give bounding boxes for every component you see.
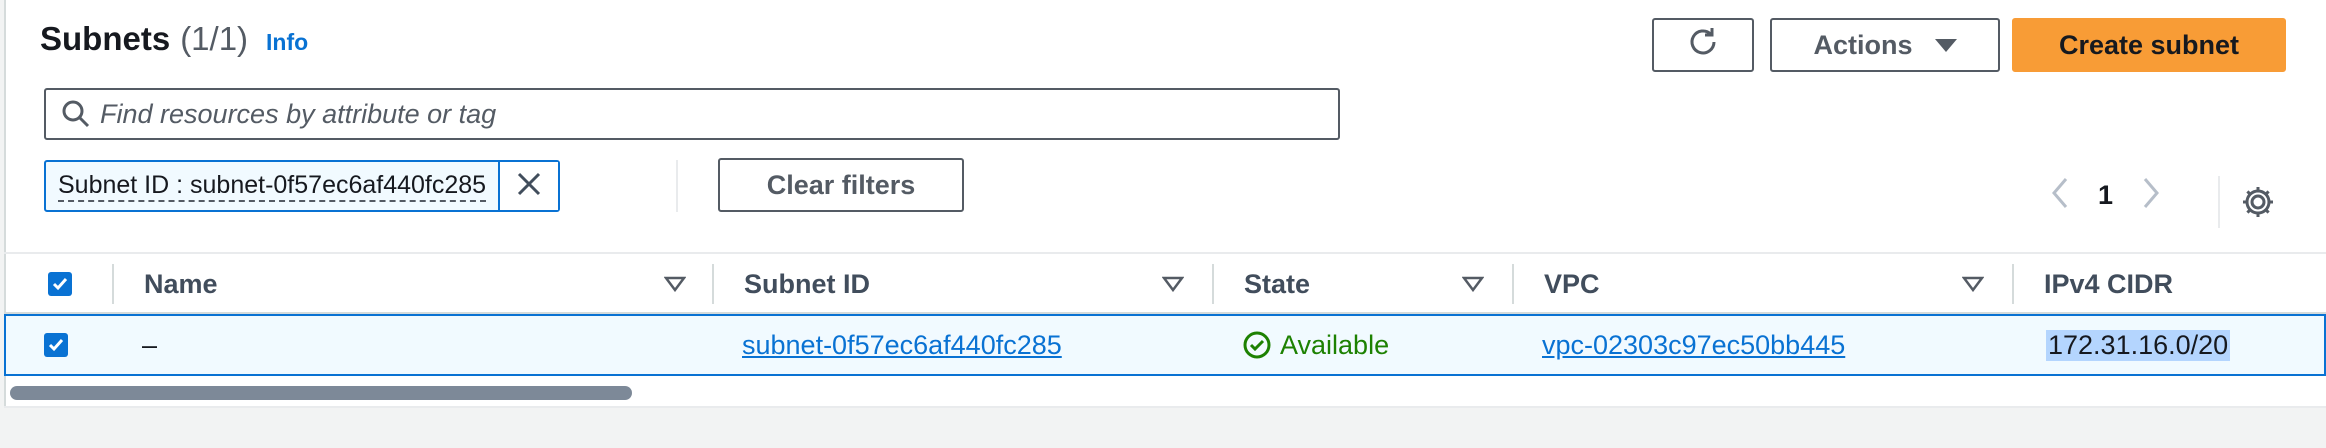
status-text: Available xyxy=(1280,329,1390,360)
page-header: Subnets (1/1) Info xyxy=(40,20,308,58)
checkbox-checked[interactable] xyxy=(44,333,68,357)
actions-label: Actions xyxy=(1813,29,1913,60)
refresh-icon xyxy=(1685,24,1721,67)
column-divider xyxy=(712,264,714,304)
actions-button[interactable]: Actions xyxy=(1770,18,2000,72)
filter-token[interactable]: Subnet ID : subnet-0f57ec6af440fc285 xyxy=(44,160,561,212)
subnet-id-link[interactable]: subnet-0f57ec6af440fc285 xyxy=(742,330,1062,361)
toolbar-divider xyxy=(676,160,678,212)
caret-down-icon xyxy=(1934,38,1957,52)
search-input[interactable] xyxy=(98,97,1302,131)
column-divider xyxy=(1212,264,1214,304)
select-all-checkbox[interactable] xyxy=(48,254,72,314)
preferences-button[interactable] xyxy=(2240,184,2276,225)
cell-state: Available xyxy=(1242,316,1389,374)
column-header-name[interactable]: Name xyxy=(144,254,218,314)
search-icon xyxy=(54,99,98,129)
page-title: Subnets xyxy=(40,20,171,57)
refresh-button[interactable] xyxy=(1652,18,1754,72)
filter-token-label[interactable]: Subnet ID : subnet-0f57ec6af440fc285 xyxy=(46,162,498,210)
chevron-left-icon[interactable] xyxy=(2050,176,2070,215)
create-subnet-label: Create subnet xyxy=(2058,29,2240,60)
selection-count: (1/1) xyxy=(180,20,249,57)
table-row[interactable]: – subnet-0f57ec6af440fc285 Available vpc… xyxy=(4,314,2326,376)
cell-name: – xyxy=(142,329,158,360)
create-subnet-button[interactable]: Create subnet xyxy=(2012,18,2286,72)
table-header: Name Subnet ID State VPC IPv4 CIDR xyxy=(4,252,2326,314)
checkbox-checked[interactable] xyxy=(48,272,72,296)
search-field[interactable] xyxy=(44,88,1340,140)
sort-icon[interactable] xyxy=(664,254,686,314)
column-divider xyxy=(2012,264,2014,304)
sort-icon[interactable] xyxy=(1162,254,1184,314)
remove-filter-button[interactable] xyxy=(498,162,559,210)
vpc-link[interactable]: vpc-02303c97ec50bb445 xyxy=(1542,330,1845,361)
sort-icon[interactable] xyxy=(1462,254,1484,314)
horizontal-scrollbar[interactable] xyxy=(10,386,632,400)
info-link[interactable]: Info xyxy=(266,29,308,56)
column-header-vpc[interactable]: VPC xyxy=(1544,254,1600,314)
column-divider xyxy=(1512,264,1514,304)
cell-ipv4-cidr: 172.31.16.0/20 xyxy=(2046,316,2231,374)
gear-icon xyxy=(2240,187,2276,224)
current-page[interactable]: 1 xyxy=(2098,180,2113,211)
panel-bottom-border xyxy=(4,406,2326,408)
chevron-right-icon[interactable] xyxy=(2141,176,2161,215)
column-header-ipv4-cidr[interactable]: IPv4 CIDR xyxy=(2044,254,2173,314)
cell-vpc[interactable]: vpc-02303c97ec50bb445 xyxy=(1542,316,1845,374)
clear-filters-label: Clear filters xyxy=(766,169,916,200)
cell-subnet-id[interactable]: subnet-0f57ec6af440fc285 xyxy=(742,316,1062,374)
clear-filters-button[interactable]: Clear filters xyxy=(718,158,964,212)
check-circle-icon xyxy=(1242,330,1272,360)
pagination: 1 xyxy=(2050,176,2161,215)
column-header-state[interactable]: State xyxy=(1244,254,1310,314)
column-header-subnet-id[interactable]: Subnet ID xyxy=(744,254,870,314)
pagination-divider xyxy=(2218,176,2220,228)
row-checkbox[interactable] xyxy=(44,316,68,374)
status-badge: Available xyxy=(1242,330,1389,361)
sort-icon[interactable] xyxy=(1962,254,1984,314)
close-icon xyxy=(516,171,542,202)
column-divider xyxy=(112,264,114,304)
ipv4-cidr-value: 172.31.16.0/20 xyxy=(2046,329,2231,361)
